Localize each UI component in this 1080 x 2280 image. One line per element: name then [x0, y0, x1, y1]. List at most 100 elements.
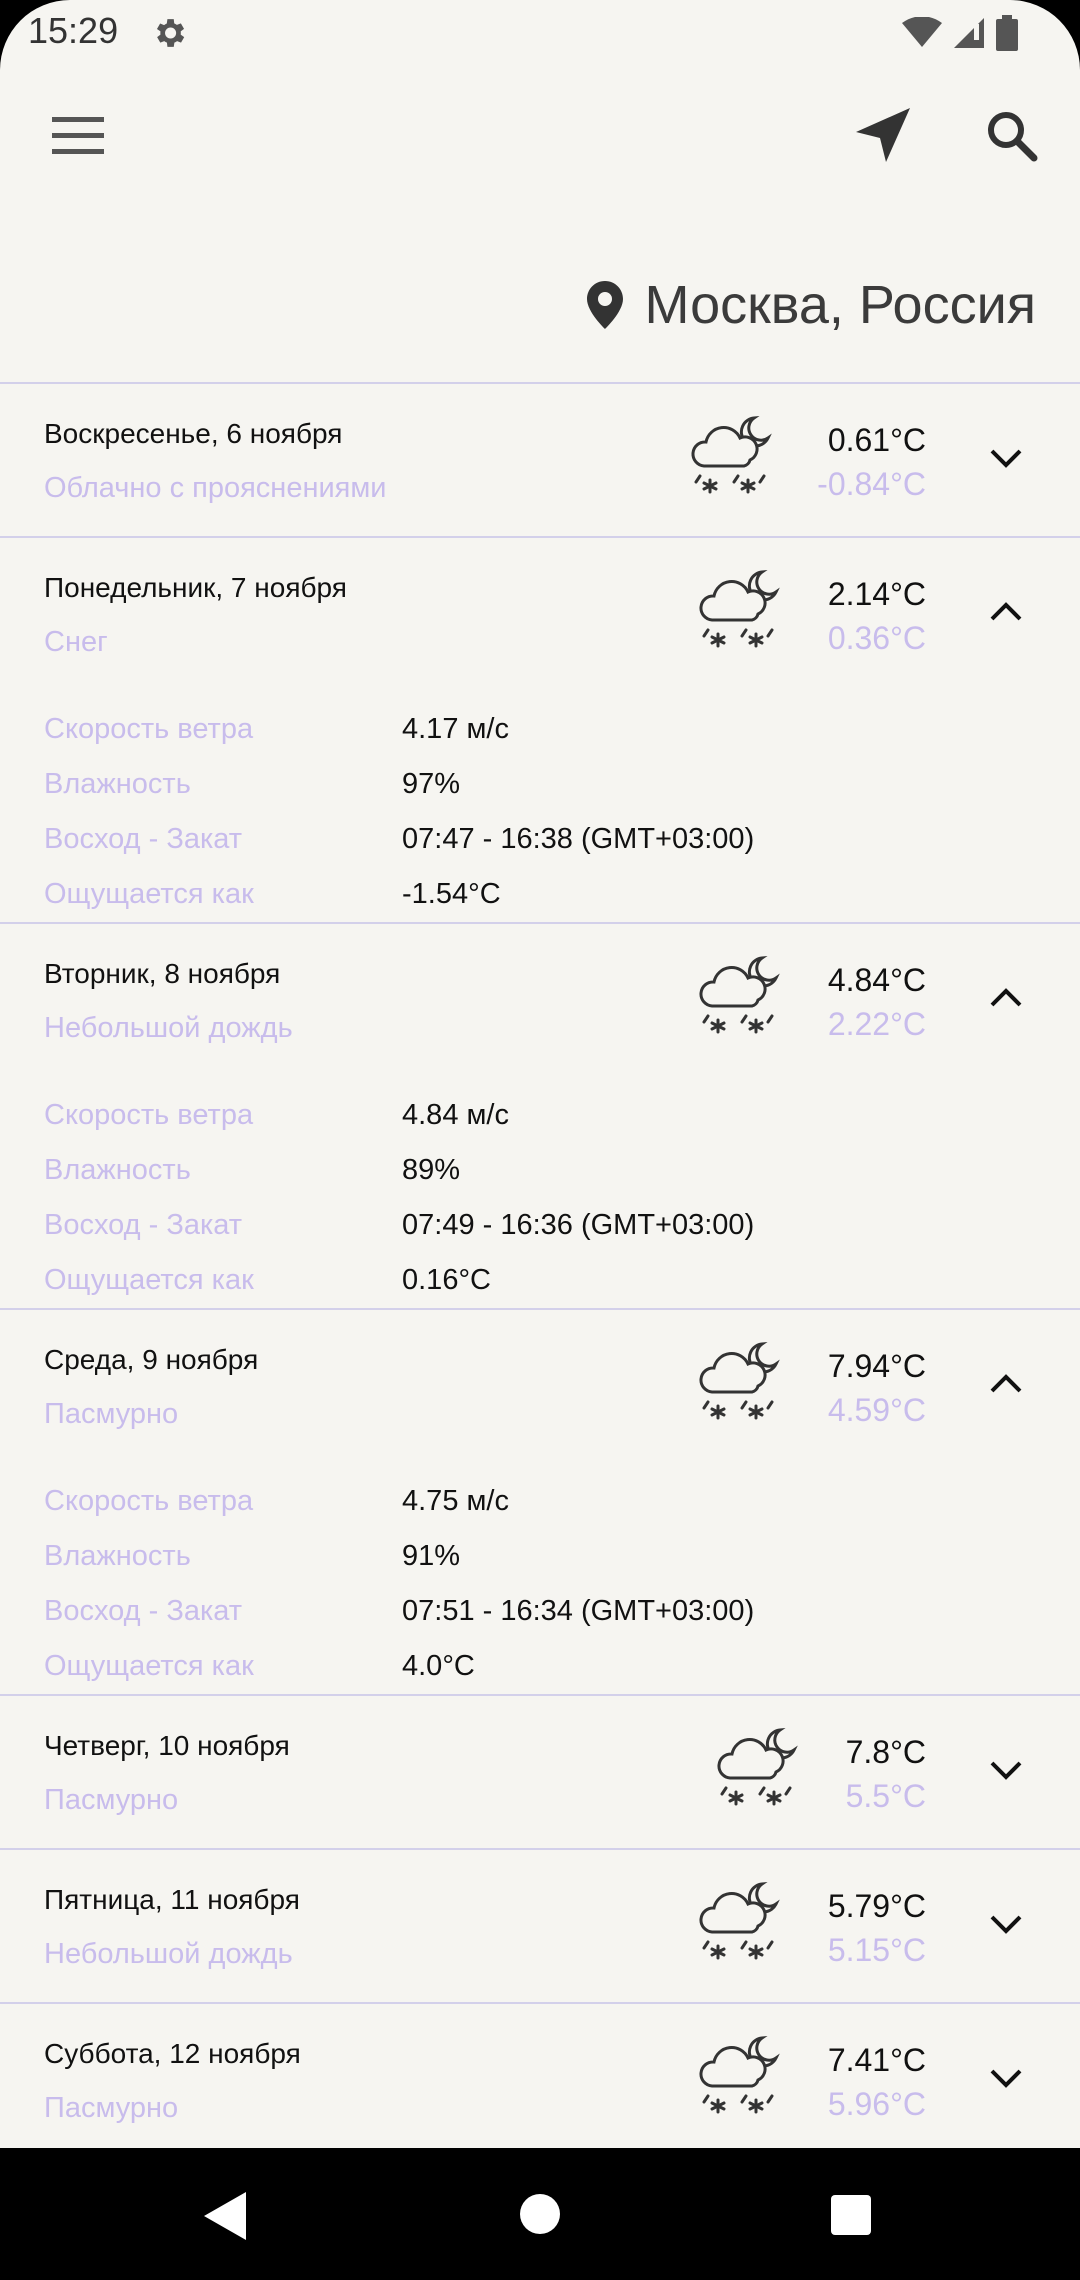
day-temperatures: 4.84°C 2.22°C	[828, 958, 926, 1046]
cloud-moon-snow-icon	[712, 1722, 804, 1814]
day-temperatures: 7.8°C 5.5°C	[846, 1730, 926, 1818]
detail-value: 89%	[402, 1154, 461, 1186]
forecast-day[interactable]: Среда, 9 ноября Пасмурно 7.94°C 4.59°C Скоро…	[0, 1310, 1080, 1696]
detail-label: Скорость ветра	[44, 1485, 254, 1517]
location-name: Москва, Россия	[644, 275, 1036, 335]
day-temperatures: 5.79°C 5.15°C	[828, 1884, 926, 1972]
detail-value: 91%	[402, 1540, 461, 1572]
day-date: Вторник, 8 ноября	[44, 958, 281, 989]
app-bar	[0, 66, 1080, 216]
day-date: Четверг, 10 ноября	[44, 1730, 290, 1761]
temp-min: 5.5°C	[845, 1778, 926, 1814]
status-bar: 15:29	[0, 0, 1080, 66]
status-time: 15:29	[28, 10, 119, 51]
detail-value: 97%	[402, 768, 461, 800]
menu-button[interactable]	[38, 96, 118, 176]
day-condition: Пасмурно	[44, 2092, 179, 2124]
detail-label: Ощущается как	[44, 1264, 254, 1296]
forecast-day[interactable]: Вторник, 8 ноября Небольшой дождь 4.84°C 2.…	[0, 924, 1080, 1310]
detail-label: Ощущается как	[44, 878, 254, 910]
cloud-moon-snow-icon	[694, 564, 786, 656]
location-header[interactable]: Москва, Россия	[586, 270, 1036, 340]
detail-row-sun: Восход - Закат 07:49 - 16:36 (GMT+03:00)	[44, 1198, 1044, 1253]
chevron-up-icon[interactable]	[986, 1364, 1026, 1404]
day-date: Среда, 9 ноября	[44, 1344, 259, 1375]
chevron-up-icon[interactable]	[986, 592, 1026, 632]
search-icon	[988, 112, 1038, 162]
detail-row-wind: Скорость ветра 4.75 м/с	[44, 1474, 1044, 1529]
system-indicators	[902, 14, 1018, 52]
temp-max: 2.14°C	[827, 576, 926, 612]
chevron-down-icon[interactable]	[986, 1904, 1026, 1944]
detail-row-feels: Ощущается как -1.54°C	[44, 867, 1044, 922]
day-date: Пятница, 11 ноября	[44, 1884, 300, 1915]
temp-min: 0.36°C	[827, 620, 926, 656]
chevron-up-icon[interactable]	[986, 978, 1026, 1018]
forecast-day[interactable]: Суббота, 12 ноября Пасмурно 7.41°C 5.96°C	[0, 2004, 1080, 2148]
detail-row-humidity: Влажность 97%	[44, 757, 1044, 812]
detail-label: Ощущается как	[44, 1650, 254, 1682]
home-icon[interactable]	[518, 2192, 562, 2236]
temp-min: -0.84°C	[817, 466, 926, 502]
day-date: Суббота, 12 ноября	[44, 2038, 301, 2069]
menu-icon	[52, 117, 104, 154]
detail-label: Скорость ветра	[44, 1099, 254, 1131]
day-temperatures: 2.14°C 0.36°C	[828, 572, 926, 660]
cloud-moon-snow-icon	[694, 1336, 786, 1428]
day-details: Скорость ветра 4.84 м/с Влажность 89% Восход…	[44, 1088, 1044, 1308]
day-condition: Небольшой дождь	[44, 1938, 293, 1970]
location-pin-icon	[586, 281, 623, 329]
detail-row-feels: Ощущается как 4.0°C	[44, 1639, 1044, 1694]
day-details: Скорость ветра 4.17 м/с Влажность 97% Восход…	[44, 702, 1044, 922]
forecast-day[interactable]: Пятница, 11 ноября Небольшой дождь 5.79°C 5…	[0, 1850, 1080, 2004]
forecast-day[interactable]: Понедельник, 7 ноября Снег 2.14°C 0.36°C Ско…	[0, 538, 1080, 924]
wifi-icon	[902, 17, 942, 47]
detail-label: Восход - Закат	[44, 1595, 243, 1627]
cloud-moon-snow-icon	[694, 950, 786, 1042]
temp-max: 0.61°C	[827, 422, 926, 458]
forecast-day[interactable]: Воскресенье, 6 ноября Облачно с прояснени…	[0, 384, 1080, 538]
battery-icon	[996, 15, 1018, 51]
detail-row-humidity: Влажность 89%	[44, 1143, 1044, 1198]
forecast-day[interactable]: Четверг, 10 ноября Пасмурно 7.8°C 5.5°C	[0, 1696, 1080, 1850]
forecast-list: Воскресенье, 6 ноября Облачно с прояснени…	[0, 382, 1080, 2148]
day-temperatures: 7.41°C 5.96°C	[828, 2038, 926, 2126]
back-icon[interactable]	[202, 2190, 248, 2242]
detail-row-wind: Скорость ветра 4.84 м/с	[44, 1088, 1044, 1143]
temp-min: 5.15°C	[827, 1932, 926, 1968]
cloud-moon-snow-icon	[694, 2030, 786, 2122]
chevron-down-icon[interactable]	[986, 438, 1026, 478]
detail-value: 07:49 - 16:36 (GMT+03:00)	[402, 1209, 755, 1241]
day-temperatures: 0.61°C -0.84°C	[817, 418, 926, 506]
detail-row-feels: Ощущается как 0.16°C	[44, 1253, 1044, 1308]
cloud-moon-snow-icon	[694, 1876, 786, 1968]
detail-value: 4.75 м/с	[402, 1485, 509, 1517]
temp-max: 7.41°C	[827, 2042, 926, 2078]
system-navigation-bar	[0, 2148, 1080, 2280]
detail-row-humidity: Влажность 91%	[44, 1529, 1044, 1584]
detail-row-sun: Восход - Закат 07:51 - 16:34 (GMT+03:00)	[44, 1584, 1044, 1639]
recents-icon[interactable]	[830, 2194, 872, 2236]
temp-min: 5.96°C	[827, 2086, 926, 2122]
detail-label: Влажность	[44, 1154, 191, 1186]
day-date: Воскресенье, 6 ноября	[44, 418, 343, 449]
day-temperatures: 7.94°C 4.59°C	[828, 1344, 926, 1432]
search-button[interactable]	[972, 96, 1052, 176]
cell-signal-icon	[954, 18, 984, 48]
detail-value: 4.84 м/с	[402, 1099, 509, 1131]
detail-row-wind: Скорость ветра 4.17 м/с	[44, 702, 1044, 757]
current-location-button[interactable]	[842, 96, 922, 176]
detail-value: 0.16°C	[402, 1264, 491, 1296]
temp-max: 7.8°C	[845, 1734, 926, 1770]
detail-value: -1.54°C	[402, 878, 501, 910]
detail-value: 4.0°C	[402, 1650, 475, 1682]
detail-label: Восход - Закат	[44, 1209, 243, 1241]
chevron-down-icon[interactable]	[986, 1750, 1026, 1790]
day-date: Понедельник, 7 ноября	[44, 572, 347, 603]
temp-max: 5.79°C	[827, 1888, 926, 1924]
settings-gear-icon	[156, 19, 185, 47]
detail-label: Восход - Закат	[44, 823, 243, 855]
chevron-down-icon[interactable]	[986, 2058, 1026, 2098]
temp-max: 7.94°C	[827, 1348, 926, 1384]
detail-value: 07:47 - 16:38 (GMT+03:00)	[402, 823, 755, 855]
